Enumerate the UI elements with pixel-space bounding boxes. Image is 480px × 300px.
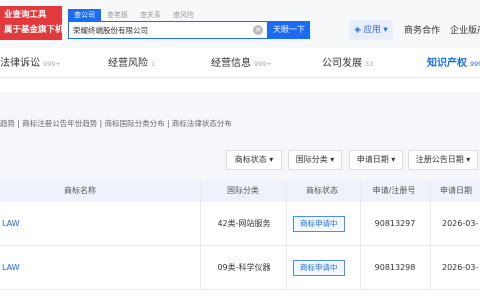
trademark-apply-date: 2026-03- — [442, 263, 479, 272]
nav-tab-label: 公司发展 — [322, 58, 362, 69]
nav-tab-count: 999+ — [43, 60, 61, 68]
business-cooperation-link[interactable]: 商务合作 — [404, 23, 440, 36]
filter-category[interactable]: 国际分类 ▾ — [288, 150, 342, 170]
col-header-name: 商标名称 — [64, 186, 96, 195]
filter-label: 申请日期 — [356, 155, 389, 164]
caret-down-icon: ▾ — [383, 25, 388, 35]
nav-tab-label: 经营风险 — [108, 58, 148, 69]
filter-label: 注册公告日期 — [415, 155, 464, 164]
site-logo[interactable]: 业查询工具 属于基金旗下机构 — [0, 6, 62, 40]
trademark-reg-no: 90813298 — [374, 263, 416, 272]
nav-tab-label: 经营信息 — [211, 58, 251, 69]
search-input[interactable] — [69, 22, 254, 38]
caret-down-icon: ▾ — [466, 155, 471, 164]
filter-label: 国际分类 — [295, 155, 328, 164]
status-badge: 商标申请中 — [293, 260, 345, 276]
column-divider — [430, 180, 431, 290]
col-header-reg-no: 申请/注册号 — [372, 186, 416, 195]
search-tab-boss[interactable]: 查老板 — [101, 9, 134, 21]
col-header-date: 申请日期 — [440, 186, 472, 195]
column-divider — [360, 180, 361, 290]
section-nav: 法律诉讼999+ 经营风险1 经营信息999+ 公司发展33 知识产权999 — [0, 52, 480, 78]
trademark-table: 商标名称 国际分类 商标状态 申请/注册号 申请日期 LAW 42类-网站服务 … — [0, 180, 480, 300]
nav-tab-development[interactable]: 公司发展 33 — [322, 52, 373, 78]
col-header-status: 商标状态 — [306, 186, 338, 195]
top-header: 业查询工具 属于基金旗下机构 查公司 查老板 查关系 查风险 ✕ 天眼一下 ◈ … — [0, 0, 480, 48]
enterprise-edition-link[interactable]: 企业版产 — [450, 23, 480, 36]
search-box: ✕ — [68, 21, 268, 39]
search-tab-relation[interactable]: 查关系 — [134, 9, 167, 21]
apps-icon: ◈ — [354, 25, 361, 35]
trademark-category: 42类-网站服务 — [217, 219, 271, 228]
filter-apply-date[interactable]: 申请日期 ▾ — [349, 150, 403, 170]
filter-label: 商标状态 — [234, 155, 267, 164]
nav-tab-label: 知识产权 — [427, 58, 467, 69]
search-type-tabs: 查公司 查老板 查关系 查风险 — [68, 9, 200, 21]
nav-tab-business-info[interactable]: 经营信息 999+ — [211, 52, 272, 78]
trademark-reg-no: 90813297 — [374, 219, 416, 228]
table-header: 商标名称 国际分类 商标状态 申请/注册号 申请日期 — [0, 180, 480, 202]
trademark-apply-date: 2026-03- — [442, 219, 479, 228]
trademark-name-link[interactable]: LAW — [2, 202, 62, 246]
chart-links-breadcrumb[interactable]: 趋势 | 商标注册公告年份趋势 | 商标国际分类分布 | 商标法律状态分布 — [0, 118, 232, 129]
status-badge: 商标申请中 — [293, 216, 345, 232]
table-row[interactable]: LAW 09类-科学仪器 商标申请中 90813298 2026-03- — [0, 246, 480, 290]
filter-bar: 商标状态 ▾ 国际分类 ▾ 申请日期 ▾ 注册公告日期 ▾ — [0, 150, 480, 172]
nav-tab-count: 999 — [470, 60, 480, 68]
trademark-name-link[interactable]: LAW — [2, 246, 62, 290]
apps-button[interactable]: ◈ 应用 ▾ — [349, 20, 393, 40]
trademark-category: 09类-科学仪器 — [217, 263, 271, 272]
clear-icon[interactable]: ✕ — [253, 25, 263, 35]
table-row[interactable]: LAW 42类-网站服务 商标申请中 90813297 2026-03- — [0, 202, 480, 246]
logo-line-1: 业查询工具 — [4, 10, 47, 20]
filter-status[interactable]: 商标状态 ▾ — [226, 150, 282, 170]
nav-tab-count: 1 — [151, 60, 156, 68]
search-tab-company[interactable]: 查公司 — [68, 9, 101, 21]
filter-announce-date[interactable]: 注册公告日期 ▾ — [408, 150, 478, 170]
nav-tab-count: 999+ — [254, 60, 272, 68]
nav-tab-count: 33 — [365, 60, 374, 68]
caret-down-icon: ▾ — [391, 155, 396, 164]
caret-down-icon: ▾ — [330, 155, 335, 164]
nav-tab-label: 法律诉讼 — [0, 58, 40, 69]
column-divider — [200, 180, 201, 290]
apps-label: 应用 — [363, 25, 381, 35]
logo-line-2: 属于基金旗下机构 — [4, 25, 62, 35]
search-button[interactable]: 天眼一下 — [268, 21, 310, 39]
caret-down-icon: ▾ — [269, 155, 274, 164]
col-header-category: 国际分类 — [227, 186, 259, 195]
nav-tab-legal[interactable]: 法律诉讼 999+ — [0, 52, 61, 78]
column-divider — [286, 180, 287, 290]
nav-tab-risk[interactable]: 经营风险 1 — [108, 52, 155, 78]
nav-tab-ip[interactable]: 知识产权999 — [427, 52, 480, 78]
search-tab-risk[interactable]: 查风险 — [167, 9, 200, 21]
